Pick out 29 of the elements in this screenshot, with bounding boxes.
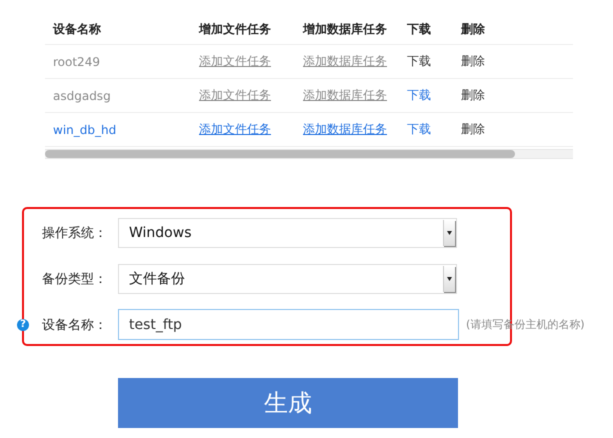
delete-link[interactable]: 删除 <box>461 88 485 102</box>
field-label: 设备名称： <box>41 316 108 334</box>
column-header: 设备名称 <box>52 20 102 38</box>
field-label: 备份类型： <box>41 270 108 288</box>
download-link[interactable]: 下载 <box>407 54 431 68</box>
delete-link[interactable]: 删除 <box>461 122 485 136</box>
generate-button[interactable]: 生成 <box>118 378 458 428</box>
add-file-task-link[interactable]: 添加文件任务 <box>199 122 271 136</box>
field-label: 操作系统： <box>41 224 108 242</box>
dropdown[interactable]: Windows <box>118 218 457 248</box>
device-name: root249 <box>52 54 101 68</box>
horizontal-scrollbar[interactable] <box>45 149 573 159</box>
help-icon[interactable]: ? <box>17 318 29 330</box>
device-name: asdgadsg <box>52 88 112 102</box>
delete-link[interactable]: 删除 <box>461 54 485 68</box>
add-db-task-link[interactable]: 添加数据库任务 <box>303 122 387 136</box>
dropdown[interactable]: 文件备份 <box>118 264 457 294</box>
add-db-task-link[interactable]: 添加数据库任务 <box>303 88 387 102</box>
download-link[interactable]: 下载 <box>407 88 431 102</box>
device-name: win_db_hd <box>52 122 118 136</box>
add-file-task-link[interactable]: 添加文件任务 <box>199 54 271 68</box>
download-link[interactable]: 下载 <box>407 122 431 136</box>
device-name-input[interactable]: test_ftp <box>118 309 459 340</box>
column-header: 增加文件任务 <box>199 20 272 38</box>
column-header: 增加数据库任务 <box>303 20 388 38</box>
column-header: 删除 <box>461 20 486 38</box>
add-file-task-link[interactable]: 添加文件任务 <box>199 88 271 102</box>
column-header: 下载 <box>407 20 432 38</box>
add-db-task-link[interactable]: 添加数据库任务 <box>303 54 387 68</box>
